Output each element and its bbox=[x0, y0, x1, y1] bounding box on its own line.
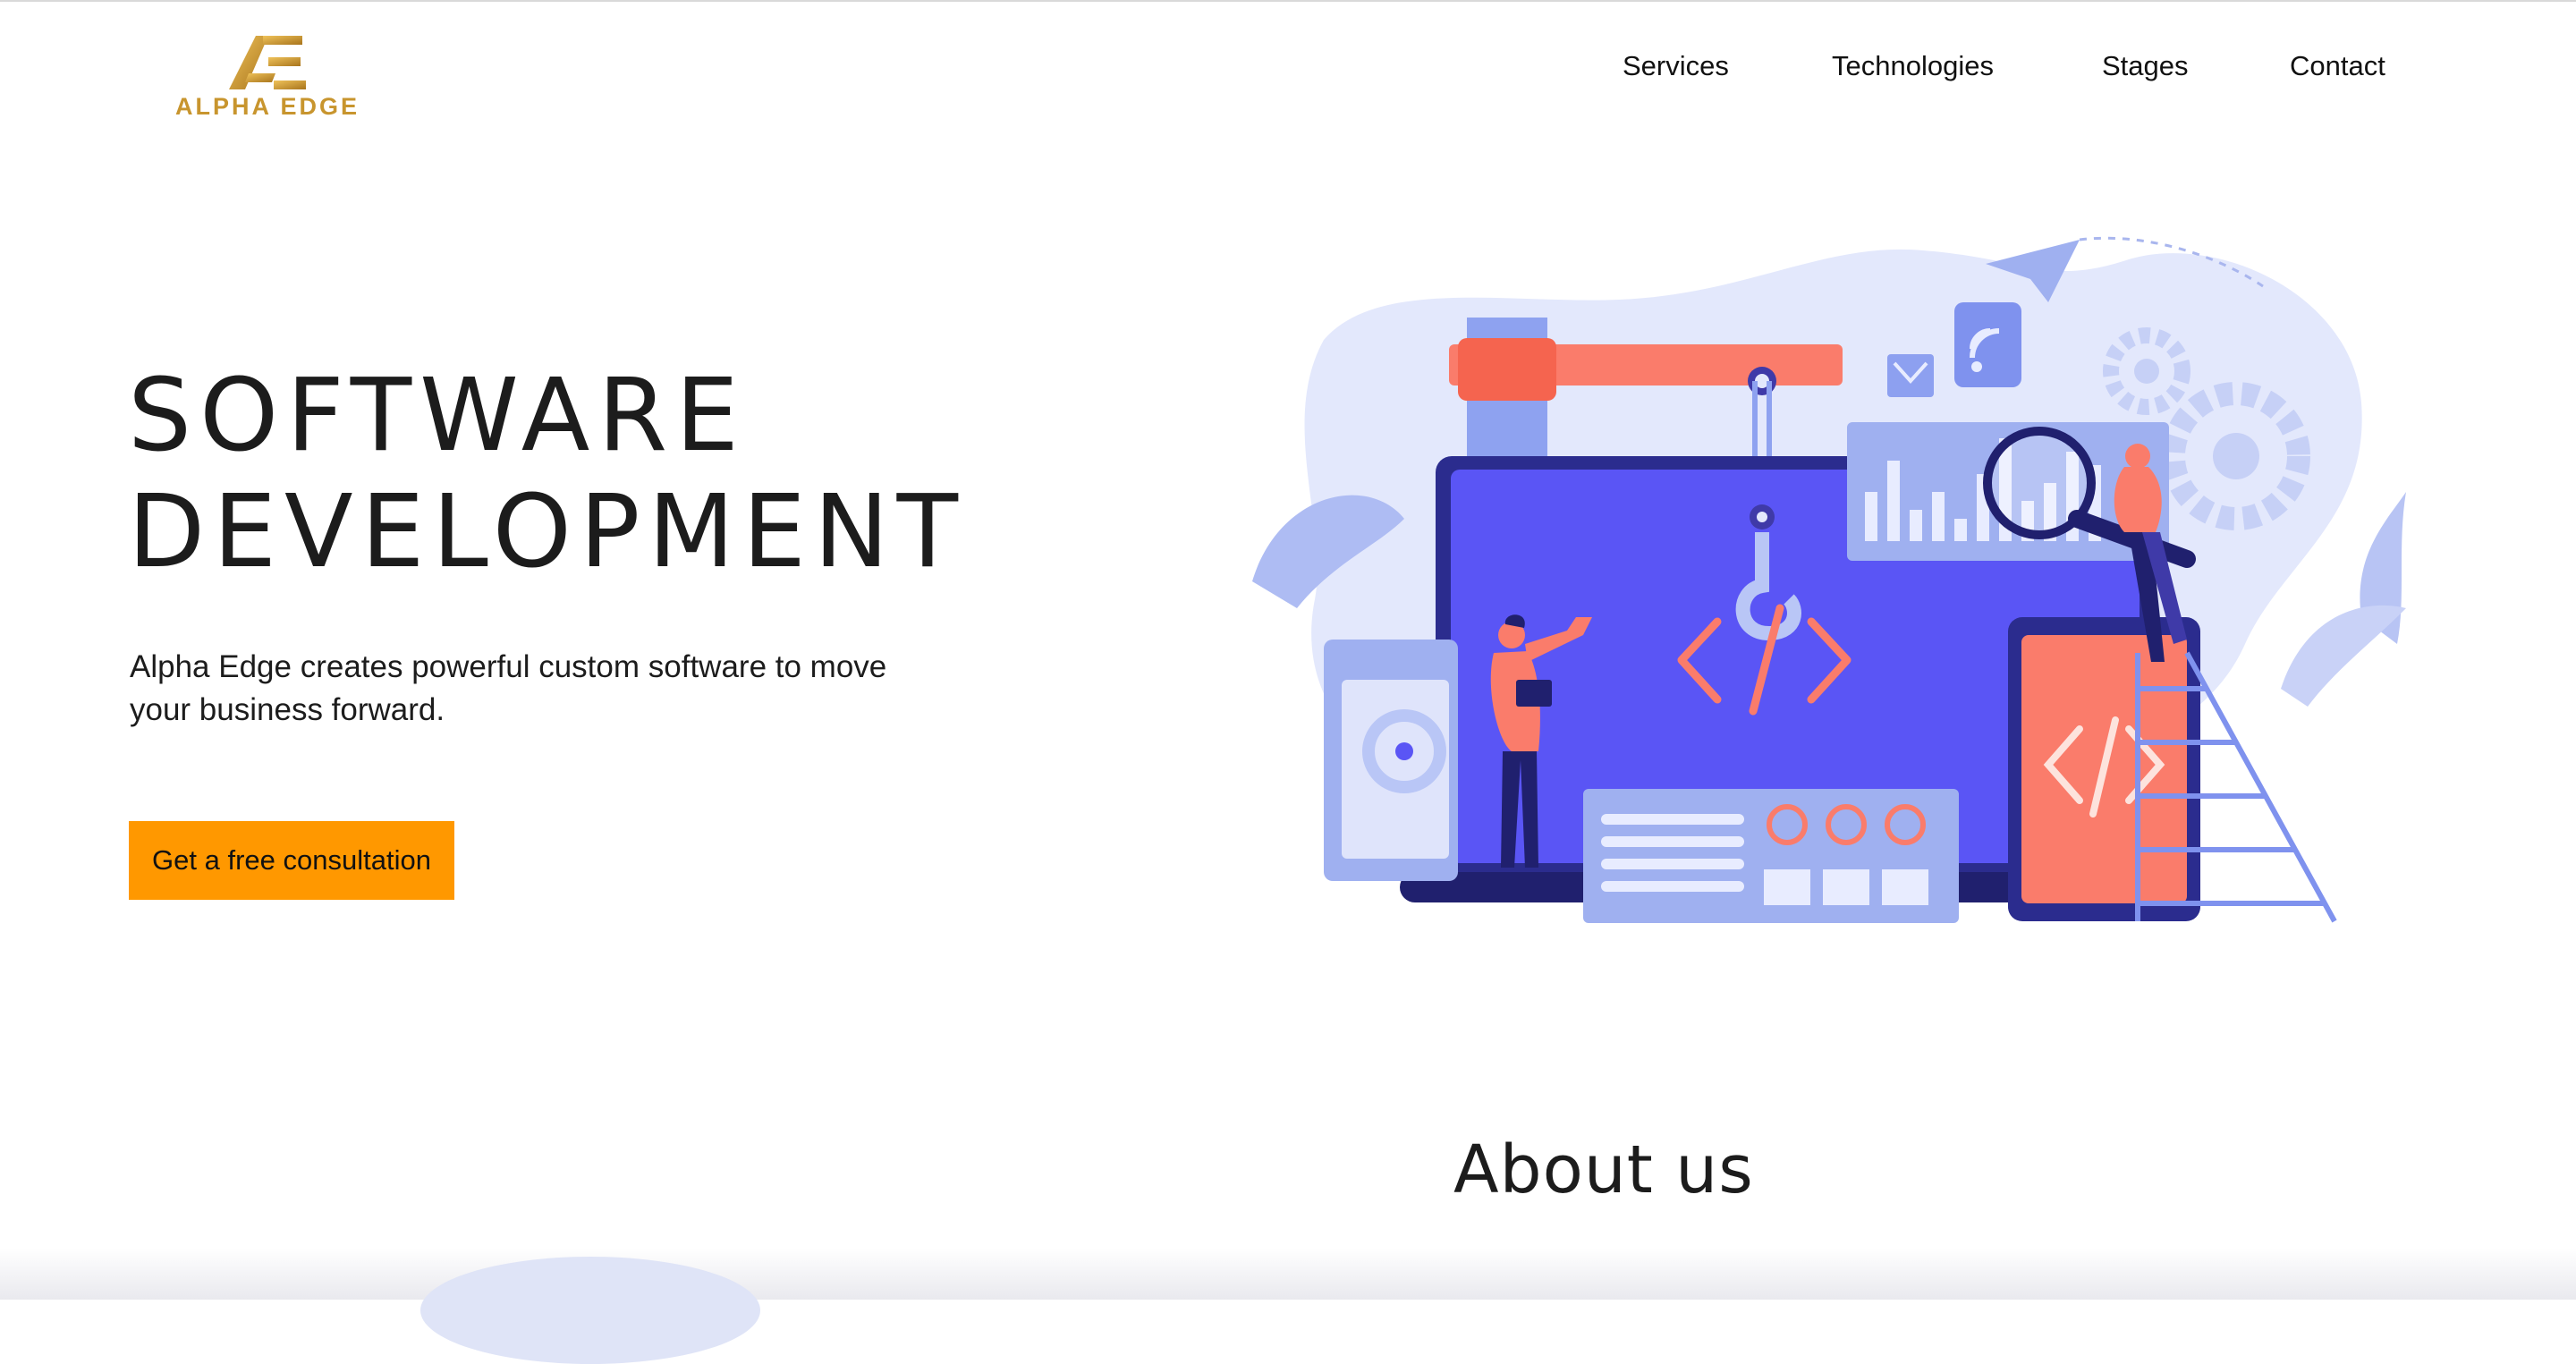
software-development-illustration bbox=[1252, 236, 2406, 923]
brand-logo[interactable]: ALPHA EDGE bbox=[170, 32, 367, 122]
hero-title-line-1: SOFTWARE bbox=[128, 358, 747, 474]
wifi-card bbox=[1954, 302, 2021, 387]
nav-services[interactable]: Services bbox=[1623, 50, 1729, 82]
hero-subtitle: Alpha Edge creates powerful custom softw… bbox=[130, 649, 887, 727]
next-section-edge bbox=[0, 1248, 2576, 1300]
top-border bbox=[0, 0, 2576, 2]
next-section-decoration bbox=[420, 1257, 760, 1364]
free-consultation-button[interactable]: Get a free consultation bbox=[129, 821, 454, 900]
hero-title-line-2: DEVELOPMENT bbox=[128, 474, 967, 590]
alpha-edge-monogram-icon bbox=[229, 36, 306, 89]
mail-card bbox=[1887, 354, 1934, 397]
hero-title: SOFTWARE DEVELOPMENT bbox=[128, 358, 966, 590]
right-leaf-2 bbox=[2281, 605, 2406, 707]
nav-stages[interactable]: Stages bbox=[2102, 50, 2189, 82]
nav-contact[interactable]: Contact bbox=[2290, 50, 2385, 82]
about-title: About us bbox=[1453, 1131, 1754, 1208]
nav-technologies[interactable]: Technologies bbox=[1832, 50, 1994, 82]
brand-name: ALPHA EDGE bbox=[175, 93, 360, 120]
